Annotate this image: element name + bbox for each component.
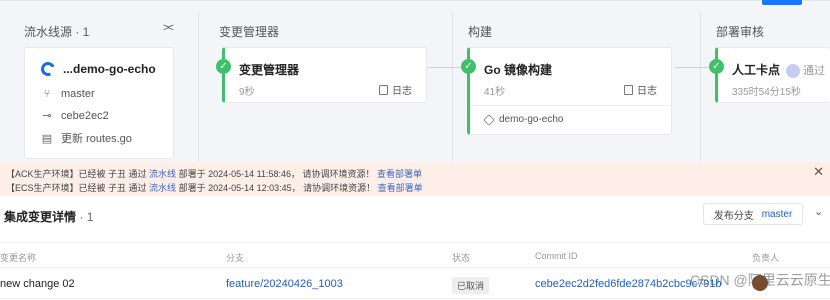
column-divider [452,11,453,161]
notice-text: 部署于 2024-05-14 12:03:45， 请协调环境资源！ [178,183,376,193]
column-divider [700,11,701,161]
success-check-icon: ✓ [216,59,231,74]
pipeline-link[interactable]: 流水线 [149,169,176,179]
branch-text: master [61,88,95,100]
stage-duration: 41秒 [484,87,506,98]
log-icon [624,84,633,95]
commit-icon: ⊸ [42,110,52,122]
status-badge: 已取消 [452,277,490,294]
pipeline-panel: 流水线源 · 1 >< 变更管理器 构建 部署审核 ...demo-go-ech… [0,0,830,162]
change-name: new change 02 [0,278,75,290]
details-title: 集成变更详情 · 1 [4,208,93,225]
stage-name-row: 人工卡点 通过 [732,61,825,78]
publish-branch-selector[interactable]: 发布分支 master [703,203,803,225]
repo-name[interactable]: ...demo-go-echo [39,60,156,78]
stage-name: 人工卡点 [732,63,781,77]
divider [470,105,671,106]
collapse-icon[interactable]: >< [163,22,174,34]
log-label: 日志 [392,86,412,97]
notice-line: 【ACK生产环境】已经被 子丑 通过 流水线 部署于 2024-05-14 11… [6,167,422,180]
commit-row: ⊸ cebe2ec2 [41,109,109,123]
details-title-text: 集成变更详情 [4,210,77,224]
notice-line: 【ECS生产环境】已经被 子丑 通过 流水线 部署于 2024-05-14 12… [6,181,423,194]
message-row: ▤ 更新 routes.go [41,130,132,146]
stage-name: Go 镜像构建 [484,63,552,77]
repo-name-text: ...demo-go-echo [63,62,156,76]
artifact-name: demo-go-echo [499,114,564,125]
publish-branch-label: 发布分支 [713,210,754,222]
details-count: · 1 [79,210,94,224]
document-icon: ▤ [41,132,53,145]
column-header: 变更名称 [0,253,37,263]
success-check-icon: ✓ [709,59,724,74]
stage-column-title: 部署审核 [716,25,765,39]
stage-log-link[interactable]: 日志 [624,82,657,97]
branch-row: ⑂ master [41,88,95,100]
success-check-icon: ✓ [461,59,476,74]
commit-text: cebe2ec2 [61,109,109,122]
artifact-link[interactable]: demo-go-echo [483,113,564,126]
branch-icon: ⑂ [43,88,51,100]
source-column-title: 流水线源 · 1 [24,25,90,39]
stage-duration: 335时54分15秒 [732,87,801,98]
stage-card-change-manager[interactable]: ✓ 变更管理器 9秒 日志 [216,47,427,103]
notice-text: 【ECS生产环境】已经被 子丑 通过 [6,183,147,193]
notice-text: 部署于 2024-05-14 11:58:46， 请协调环境资源！ [178,169,375,179]
collapse-down-icon[interactable]: ⌄ [814,205,823,218]
log-label: 日志 [637,86,657,97]
publish-branch-value: master [761,208,793,220]
approval-status: 通过 [803,65,826,77]
stage-card-approval[interactable]: ✓ 人工卡点 通过 335时54分15秒 [709,47,830,103]
stage-column-title: 构建 [468,25,493,39]
stage-duration: 9秒 [239,87,255,98]
stage-log-link[interactable]: 日志 [379,82,412,97]
close-icon[interactable]: ✕ [813,164,824,180]
watermark: CSDN @阿里云云原生 [690,272,830,288]
view-deployment-link[interactable]: 查看部署单 [378,183,423,193]
commit-message-text: 更新 routes.go [61,133,132,145]
pipeline-link[interactable]: 流水线 [149,183,176,193]
column-header: Commit ID [535,251,578,261]
stage-column-title: 变更管理器 [219,25,280,39]
notice-text: 【ACK生产环境】已经被 子丑 通过 [6,169,147,179]
top-action-button[interactable] [762,0,802,5]
log-icon [379,84,388,95]
stage-card-build[interactable]: ✓ Go 镜像构建 41秒 日志 demo-go-echo [461,47,672,135]
view-deployment-link[interactable]: 查看部署单 [377,169,422,179]
column-header: 负责人 [752,253,780,263]
column-header: 分支 [226,253,245,263]
notice-bar: 【ACK生产环境】已经被 子丑 通过 流水线 部署于 2024-05-14 11… [0,162,830,196]
source-card[interactable]: ...demo-go-echo ⑂ master ⊸ cebe2ec2 ▤ 更新… [24,47,174,159]
codeup-logo-icon [39,60,57,78]
artifact-icon [483,113,495,126]
stage-name: 变更管理器 [239,63,300,77]
column-header: 状态 [452,253,471,263]
approver-avatar [786,63,801,78]
column-divider [198,11,199,161]
branch-link[interactable]: feature/20240426_1003 [226,278,343,290]
